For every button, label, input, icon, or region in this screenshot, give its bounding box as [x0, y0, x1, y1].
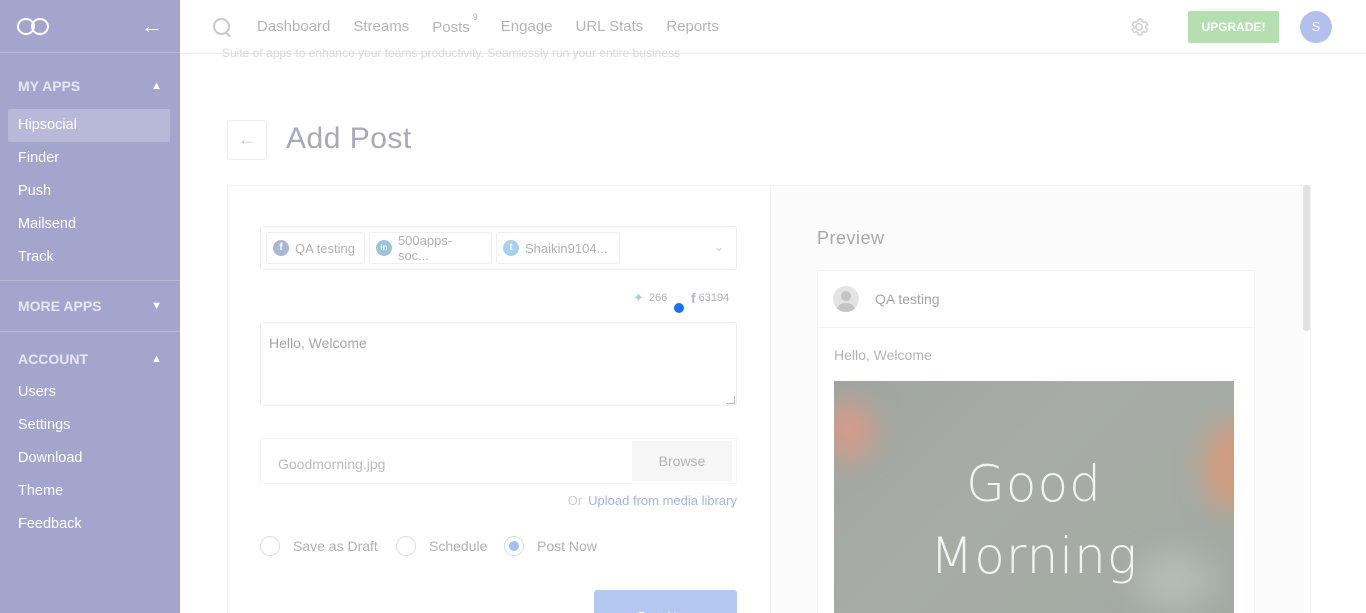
- sidebar-item-push[interactable]: Push: [8, 175, 170, 208]
- app-logo[interactable]: [17, 17, 51, 35]
- nav-url-stats[interactable]: URL Stats: [576, 18, 644, 36]
- section-label: ACCOUNT: [18, 351, 88, 367]
- user-avatar[interactable]: S: [1300, 11, 1332, 43]
- radio-circle[interactable]: [260, 536, 280, 556]
- radio-save-as-draft[interactable]: Save as Draft: [260, 536, 378, 556]
- main-nav: Dashboard Streams Posts9 Engage URL Stat…: [257, 12, 742, 36]
- account-chip-label: 500apps-soc...: [397, 233, 453, 263]
- account-chip-label: Shaikin9104...: [525, 240, 608, 256]
- chevron-down-icon: ▼: [151, 300, 162, 312]
- sidebar-item-users[interactable]: Users: [8, 376, 170, 409]
- facebook-icon: f: [691, 290, 696, 306]
- radio-label: Save as Draft: [293, 538, 378, 554]
- media-library-line: Or Upload from media library: [568, 493, 737, 508]
- back-button[interactable]: ←: [227, 120, 267, 160]
- chevron-down-icon[interactable]: ⌄: [714, 240, 724, 254]
- nav-reports[interactable]: Reports: [666, 18, 719, 36]
- nav-label: Reports: [666, 17, 719, 35]
- file-upload-field[interactable]: Goodmorning.jpg Browse: [260, 438, 737, 484]
- page-title: Add Post: [286, 122, 412, 155]
- message-textarea[interactable]: Hello, Welcome: [260, 322, 737, 406]
- preview-text: Hello, Welcome: [834, 347, 932, 363]
- sidebar-item-feedback[interactable]: Feedback: [8, 508, 170, 541]
- account-chip-facebook[interactable]: f QA testing: [266, 232, 365, 264]
- sidebar-item-track[interactable]: Track: [8, 241, 170, 274]
- account-chip-twitter[interactable]: t Shaikin9104...: [496, 232, 620, 264]
- preview-title: Preview: [817, 228, 885, 248]
- facebook-char-count: f 63194: [691, 290, 729, 306]
- search-icon[interactable]: [212, 17, 232, 37]
- preview-card: QA testing Hello, Welcome Good Morning: [817, 270, 1255, 613]
- nav-posts[interactable]: Posts9: [432, 12, 478, 36]
- sidebar-item-download[interactable]: Download: [8, 442, 170, 475]
- divider: [0, 280, 180, 281]
- gear-icon[interactable]: [1128, 16, 1150, 38]
- radio-circle-checked[interactable]: [504, 536, 524, 556]
- sidebar-item-finder[interactable]: Finder: [8, 142, 170, 175]
- sidebar-item-mailsend[interactable]: Mailsend: [8, 208, 170, 241]
- page-subtitle: Suite of apps to enhance your teams prod…: [222, 46, 681, 60]
- image-text-good: Good: [966, 455, 1102, 513]
- twitter-char-count: ✦ 266: [633, 290, 667, 306]
- preview-header: QA testing: [818, 271, 1254, 328]
- resize-handle[interactable]: [727, 396, 735, 404]
- section-more-apps[interactable]: MORE APPS ▼: [0, 291, 180, 321]
- radio-circle[interactable]: [396, 536, 416, 556]
- section-account[interactable]: ACCOUNT ▲: [0, 344, 180, 374]
- nav-label: Dashboard: [257, 17, 331, 35]
- arrow-left-icon: ←: [238, 129, 256, 149]
- nav-engage[interactable]: Engage: [501, 18, 553, 36]
- radio-label: Post Now: [537, 538, 597, 554]
- sidebar-item-hipsocial[interactable]: Hipsocial: [8, 109, 170, 142]
- radio-label: Schedule: [429, 538, 488, 554]
- facebook-count-value: 63194: [698, 292, 730, 304]
- twitter-icon: ✦: [633, 290, 644, 305]
- nav-label: Streams: [353, 17, 410, 35]
- nav-label: Posts: [432, 18, 470, 36]
- account-selector[interactable]: f QA testing in 500apps-soc... t Shaikin…: [260, 226, 737, 270]
- user-avatar-icon: [833, 286, 859, 312]
- posts-count-badge: 9: [472, 11, 478, 22]
- sidebar-item-theme[interactable]: Theme: [8, 475, 170, 508]
- or-text: Or: [567, 493, 583, 508]
- file-name: Goodmorning.jpg: [278, 456, 386, 472]
- arrow-left-icon[interactable]: ←: [141, 15, 163, 37]
- mouse-cursor: [674, 303, 684, 313]
- twitter-icon: t: [503, 240, 519, 256]
- nav-label: Engage: [500, 17, 553, 35]
- post-now-button[interactable]: Post Now: [594, 590, 737, 613]
- image-blob: [834, 401, 874, 461]
- scrollbar[interactable]: [1303, 185, 1310, 331]
- section-label: MORE APPS: [18, 298, 102, 314]
- radio-post-now[interactable]: Post Now: [504, 536, 597, 556]
- account-chip-linkedin[interactable]: in 500apps-soc...: [369, 232, 492, 264]
- image-text-morning: Morning: [930, 527, 1138, 585]
- upgrade-button[interactable]: UPGRADE!: [1188, 11, 1279, 43]
- twitter-count-value: 266: [648, 292, 668, 304]
- divider: [0, 331, 180, 332]
- linkedin-icon: in: [376, 240, 392, 256]
- preview-account-name: QA testing: [875, 291, 940, 307]
- nav-label: URL Stats: [575, 17, 644, 35]
- nav-dashboard[interactable]: Dashboard: [257, 18, 330, 36]
- sidebar-item-settings[interactable]: Settings: [8, 409, 170, 442]
- upload-from-media-library-link[interactable]: Upload from media library: [588, 493, 737, 508]
- sidebar-header: ←: [0, 0, 180, 53]
- section-my-apps[interactable]: MY APPS ▲: [0, 71, 180, 101]
- radio-schedule[interactable]: Schedule: [396, 536, 487, 556]
- section-label: MY APPS: [18, 78, 81, 94]
- browse-button[interactable]: Browse: [632, 441, 732, 481]
- nav-streams[interactable]: Streams: [353, 18, 409, 36]
- sidebar: ← MY APPS ▲ Hipsocial Finder Push Mailse…: [0, 0, 180, 613]
- account-chip-label: QA testing: [295, 240, 355, 256]
- chevron-up-icon: ▲: [151, 80, 162, 92]
- facebook-icon: f: [273, 240, 289, 256]
- chevron-up-icon: ▲: [151, 353, 162, 365]
- preview-image: Good Morning: [834, 381, 1234, 613]
